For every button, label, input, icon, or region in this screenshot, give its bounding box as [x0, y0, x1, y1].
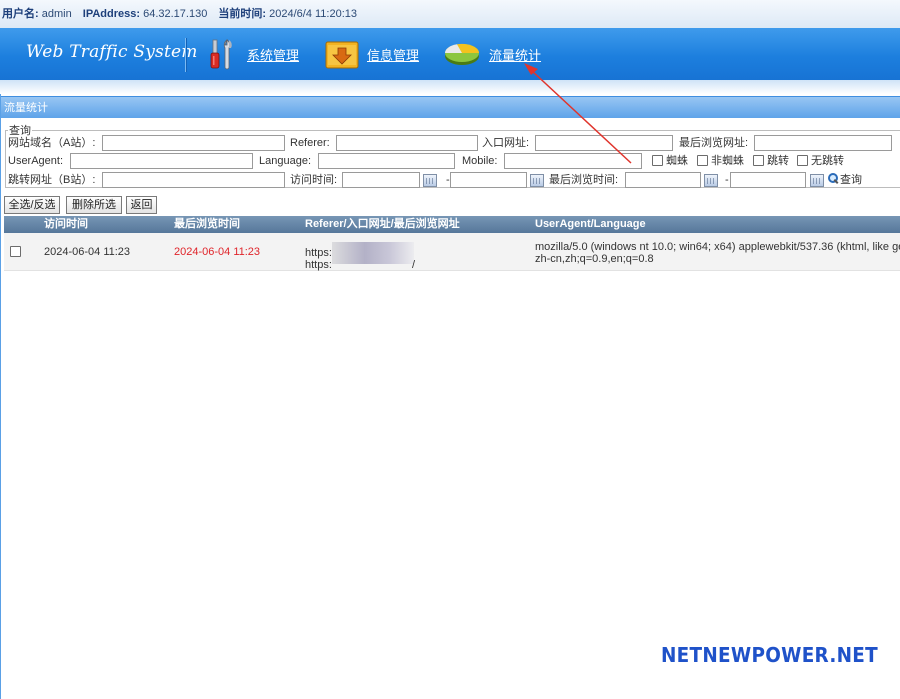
col-referer-urls: Referer/入口网址/最后浏览网址: [305, 218, 460, 230]
language-label: Language:: [259, 155, 311, 167]
visit-time-label: 访问时间:: [290, 174, 338, 186]
language-input[interactable]: [318, 153, 455, 169]
site-a-label: 网站域名（A站）:: [8, 137, 96, 149]
non-spider-checkbox[interactable]: [697, 155, 708, 166]
last-visit-time-from-input[interactable]: [625, 172, 701, 188]
back-button[interactable]: 返回: [126, 196, 157, 214]
user-info-bar: 用户名: admin IPAddress: 64.32.17.130 当前时间:…: [0, 0, 900, 28]
row-last-visit-time: 2024-06-04 11:23: [174, 246, 261, 258]
last-visit-time-separator: -: [725, 174, 729, 186]
app-window: { "infobar": { "user_label": "用户名:", "us…: [0, 0, 900, 699]
redirect-b-input[interactable]: [102, 172, 285, 188]
mobile-input[interactable]: [504, 153, 642, 169]
visit-time-to-input[interactable]: [450, 172, 527, 188]
visit-time-from-calendar-icon[interactable]: [423, 174, 437, 187]
nav-traffic-stats[interactable]: 流量统计: [443, 36, 541, 72]
pie-chart-icon: [443, 41, 481, 67]
select-all-button[interactable]: 全选/反选: [4, 196, 60, 214]
user-agent-input[interactable]: [70, 153, 253, 169]
header-shadow: [0, 80, 900, 94]
referer-input[interactable]: [336, 135, 478, 151]
last-url-label: 最后浏览网址:: [679, 137, 749, 149]
table-row: 2024-06-04 11:23 2024-06-04 11:23 https:…: [4, 233, 900, 271]
spider-checkbox-label: 蜘蛛: [666, 155, 688, 167]
app-logo: Web Traffic System: [26, 42, 198, 62]
row-user-agent: mozilla/5.0 (windows nt 10.0; win64; x64…: [535, 241, 900, 253]
row-url-line-1: https:: [305, 247, 332, 259]
redirect-b-label: 跳转网址（B站）:: [8, 174, 96, 186]
no-redirect-checkbox-label: 无跳转: [811, 155, 844, 167]
search-icon: [828, 173, 839, 184]
tools-icon: [205, 37, 239, 71]
nav-system-management-label: 系统管理: [247, 47, 300, 63]
table-header: 访问时间 最后浏览时间 Referer/入口网址/最后浏览网址 UserAgen…: [4, 216, 900, 233]
time-label: 当前时间:: [218, 8, 267, 20]
last-visit-time-to-input[interactable]: [730, 172, 806, 188]
panel-title: 流量统计: [1, 96, 900, 118]
redirect-checkbox-label: 跳转: [767, 155, 789, 167]
delete-selected-button[interactable]: 删除所选: [66, 196, 122, 214]
header-bar: Web Traffic System 系统管理 信息管理 流量统计: [0, 28, 900, 80]
time-value: 2024/6/4 11:20:13: [269, 8, 358, 20]
nav-traffic-stats-label: 流量统计: [489, 47, 542, 63]
col-visit-time: 访问时间: [44, 218, 88, 230]
query-row-2: UserAgent: Language: Mobile: 蜘蛛 非蜘蛛 跳转 无…: [4, 153, 900, 171]
redirect-checkbox[interactable]: [753, 155, 764, 166]
row-url-line-2: https:: [305, 259, 332, 271]
query-row-1: 网站域名（A站）: Referer: 入口网址: 最后浏览网址:: [4, 135, 900, 153]
traffic-stats-panel: 流量统计 查询 网站域名（A站）: Referer: 入口网址: 最后浏览网址:…: [0, 94, 900, 699]
row-user-agent-cell: mozilla/5.0 (windows nt 10.0; win64; x64…: [535, 241, 900, 265]
user-value: admin: [41, 8, 72, 20]
watermark-text: NETNEWPOWER.NET: [661, 643, 878, 667]
mobile-label: Mobile:: [462, 155, 498, 167]
last-visit-time-to-calendar-icon[interactable]: [810, 174, 824, 187]
visit-time-to-calendar-icon[interactable]: [530, 174, 544, 187]
row-visit-time: 2024-06-04 11:23: [44, 246, 131, 258]
redacted-url-blur: [332, 242, 414, 264]
ip-label: IPAddress:: [82, 8, 141, 20]
nav-info-management-label: 信息管理: [367, 47, 420, 63]
referer-label: Referer:: [290, 137, 330, 149]
visit-time-from-input[interactable]: [342, 172, 420, 188]
site-a-input[interactable]: [102, 135, 285, 151]
user-agent-label: UserAgent:: [8, 155, 64, 167]
folder-download-icon: [325, 39, 359, 69]
row-url-cell[interactable]: https: https:: [305, 247, 332, 271]
row-checkbox[interactable]: [10, 246, 21, 257]
user-label: 用户名:: [2, 8, 39, 20]
no-redirect-checkbox[interactable]: [797, 155, 808, 166]
non-spider-checkbox-label: 非蜘蛛: [711, 155, 744, 167]
last-visit-time-label: 最后浏览时间:: [549, 174, 619, 186]
header-divider: [185, 38, 186, 72]
search-button-label: 查询: [840, 174, 862, 186]
col-user-agent-language: UserAgent/Language: [535, 218, 646, 230]
row-language: zh-cn,zh;q=0.9,en;q=0.8: [535, 253, 654, 265]
last-visit-time-from-calendar-icon[interactable]: [704, 174, 718, 187]
nav-info-management[interactable]: 信息管理: [325, 36, 419, 72]
query-row-3: 跳转网址（B站）: 访问时间: - 最后浏览时间: - 查询: [4, 172, 900, 190]
entry-url-label: 入口网址:: [482, 137, 530, 149]
col-last-visit-time: 最后浏览时间: [174, 218, 240, 230]
ip-value: 64.32.17.130: [143, 8, 208, 20]
spider-checkbox[interactable]: [652, 155, 663, 166]
nav-system-management[interactable]: 系统管理: [205, 36, 299, 72]
search-button[interactable]: 查询: [828, 172, 862, 189]
entry-url-input[interactable]: [535, 135, 673, 151]
row-url-tail: /: [412, 259, 416, 271]
last-url-input[interactable]: [754, 135, 892, 151]
